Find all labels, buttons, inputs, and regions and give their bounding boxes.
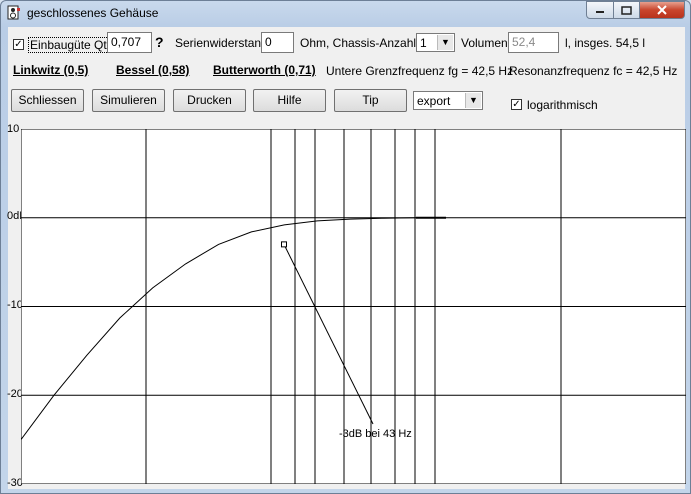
- chassis-count-select[interactable]: 1 ▼: [416, 33, 455, 52]
- schliessen-button[interactable]: Schliessen: [11, 89, 84, 112]
- annotation-leader-line: [283, 244, 374, 425]
- chassis-count-value: 1: [420, 36, 427, 50]
- export-select[interactable]: export ▼: [413, 91, 483, 110]
- maximize-button[interactable]: [613, 1, 640, 19]
- app-window: geschlossenes Gehäuse ✓ Einbaugüte Qtc 0…: [0, 0, 691, 494]
- serien-input[interactable]: 0: [261, 32, 294, 53]
- dropdown-arrow-icon[interactable]: ▼: [465, 93, 481, 108]
- speaker-app-icon: [7, 5, 20, 20]
- minus3db-marker: [281, 241, 287, 248]
- hilfe-button[interactable]: Hilfe: [253, 89, 326, 112]
- maximize-icon: [621, 5, 632, 15]
- serien-label: Serienwiderstand: [175, 36, 268, 50]
- log-checkbox[interactable]: ✓: [511, 99, 522, 110]
- dropdown-arrow-icon[interactable]: ▼: [437, 35, 453, 50]
- qtc-input[interactable]: 0,707: [107, 32, 152, 53]
- tip-button[interactable]: Tip: [334, 89, 407, 112]
- minimize-icon: [596, 11, 604, 13]
- frequency-response-chart[interactable]: -3dB bei 43 Hz: [21, 129, 686, 484]
- help-question-icon[interactable]: ?: [155, 34, 164, 50]
- minimize-button[interactable]: [586, 1, 614, 19]
- einbau-label: Einbaugüte Qtc: [28, 37, 115, 53]
- title-bar[interactable]: geschlossenes Gehäuse: [1, 1, 690, 25]
- volumen-unit-label: l, insges. 54,5 l: [565, 36, 646, 50]
- window-title: geschlossenes Gehäuse: [27, 6, 159, 20]
- grenzfrequenz-label: Untere Grenzfrequenz fg = 42,5 Hz: [326, 64, 514, 78]
- close-button[interactable]: [639, 1, 685, 19]
- volumen-input[interactable]: 52,4: [508, 32, 559, 53]
- simulieren-button[interactable]: Simulieren: [92, 89, 165, 112]
- drucken-button[interactable]: Drucken: [173, 89, 246, 112]
- resonanzfrequenz-label: Resonanzfrequenz fc = 42,5 Hz: [509, 64, 678, 78]
- export-value: export: [417, 94, 451, 108]
- bessel-link[interactable]: Bessel (0,58): [116, 63, 189, 77]
- response-curve: [21, 217, 417, 440]
- y-tick-label: 10: [7, 123, 20, 135]
- einbau-checkbox[interactable]: ✓: [13, 39, 24, 50]
- butterworth-link[interactable]: Butterworth (0,71): [213, 63, 316, 77]
- volumen-label: Volumen: [461, 36, 508, 50]
- linkwitz-link[interactable]: Linkwitz (0,5): [13, 63, 88, 77]
- minus3db-annotation: -3dB bei 43 Hz: [339, 428, 412, 440]
- close-icon: [657, 5, 667, 15]
- ohm-chassis-label: Ohm, Chassis-Anzahl: [300, 36, 417, 50]
- log-label: logarithmisch: [527, 98, 598, 112]
